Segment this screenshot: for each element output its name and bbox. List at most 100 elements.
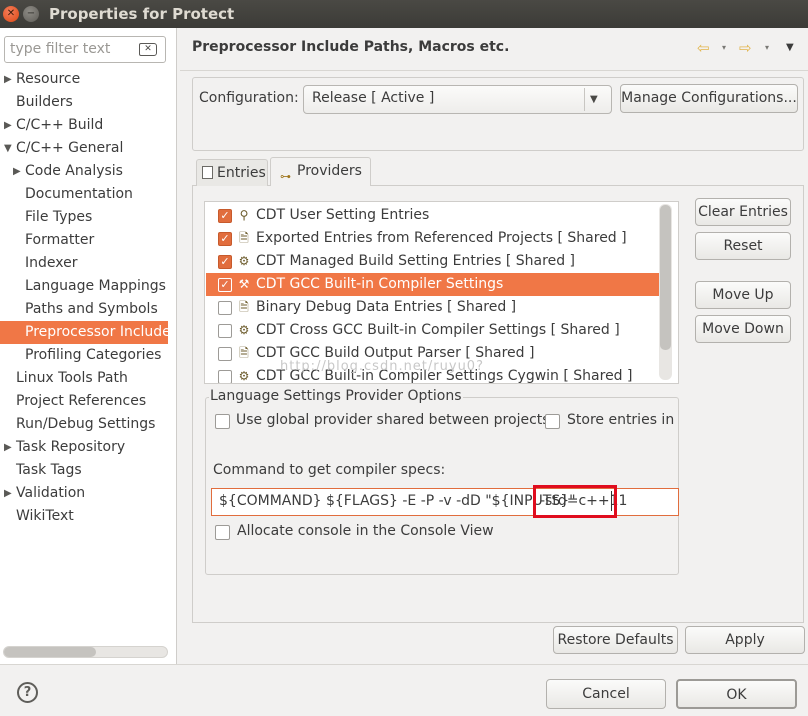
back-dropdown-icon[interactable]: ▾ xyxy=(722,43,726,52)
sidebar-item-label: Code Analysis xyxy=(25,163,123,179)
sidebar-item-label: WikiText xyxy=(16,508,74,524)
store-entries-checkbox[interactable] xyxy=(545,414,560,429)
back-arrow-icon[interactable]: ⇦ xyxy=(697,39,710,57)
provider-row[interactable]: ✓ 🗎 Exported Entries from Referenced Proje… xyxy=(206,227,660,250)
move-up-button[interactable]: Move Up xyxy=(695,281,791,309)
sidebar-item-label: Linux Tools Path xyxy=(16,370,128,386)
cancel-button[interactable]: Cancel xyxy=(546,679,666,709)
collapsed-arrow-icon[interactable]: ▶ xyxy=(13,160,21,183)
command-label: Command to get compiler specs: xyxy=(213,462,446,478)
sidebar-item[interactable]: Preprocessor Include xyxy=(0,321,171,344)
configuration-select-value[interactable]: Release [ Active ] xyxy=(312,90,434,106)
sidebar-item[interactable]: C/C++ Build xyxy=(16,114,103,137)
sidebar-item[interactable]: Builders xyxy=(16,91,73,114)
filter-input[interactable] xyxy=(10,41,135,57)
sidebar-item[interactable]: File Types xyxy=(25,206,92,229)
filter-box[interactable]: ✕ xyxy=(4,36,166,63)
configuration-label: Configuration: xyxy=(199,90,299,106)
sidebar-item[interactable]: Resource xyxy=(16,68,80,91)
sidebar-item[interactable]: Linux Tools Path xyxy=(16,367,128,390)
sidebar-item[interactable]: Documentation xyxy=(25,183,133,206)
move-down-button[interactable]: Move Down xyxy=(695,315,791,343)
manage-configurations-button[interactable]: Manage Configurations... xyxy=(620,84,798,113)
sidebar-item-label: C/C++ General xyxy=(16,140,124,156)
sidebar-item-label: File Types xyxy=(25,209,93,225)
provider-row[interactable]: ✓ ⚲ CDT User Setting Entries xyxy=(206,204,660,227)
clear-filter-icon[interactable]: ✕ xyxy=(139,43,157,56)
sidebar-item[interactable]: Task Repository xyxy=(16,436,125,459)
title-bar: ✕ − Properties for Protect xyxy=(0,0,808,28)
sidebar-item[interactable]: Task Tags xyxy=(16,459,82,482)
sidebar-item[interactable]: Language Mappings xyxy=(25,275,166,298)
allocate-console-checkbox[interactable] xyxy=(215,525,230,540)
sidebar-item[interactable]: Formatter xyxy=(25,229,94,252)
collapsed-arrow-icon[interactable]: ▶ xyxy=(4,482,12,505)
collapsed-arrow-icon[interactable]: ▶ xyxy=(4,114,12,137)
provider-row[interactable]: ✓ ⚒ CDT GCC Built-in Compiler Settings xyxy=(206,273,660,296)
help-icon[interactable]: ? xyxy=(17,682,38,703)
collapsed-arrow-icon[interactable]: ▶ xyxy=(4,436,12,459)
forward-arrow-icon[interactable]: ⇨ xyxy=(739,39,752,57)
watermark: http://blog.csdn.net/ruyu0? xyxy=(280,359,484,374)
window-minimize-button[interactable]: − xyxy=(23,6,39,22)
provider-options-legend: Language Settings Provider Options xyxy=(209,388,463,404)
sidebar-item[interactable]: Paths and Symbols xyxy=(25,298,158,321)
sidebar-item-label: Documentation xyxy=(25,186,133,202)
provider-checkbox[interactable] xyxy=(218,347,232,361)
sidebar-item[interactable]: WikiText xyxy=(16,505,74,528)
provider-list-scroll-thumb[interactable] xyxy=(660,205,671,350)
user-setting-icon: ⚲ xyxy=(239,208,249,222)
restore-defaults-button[interactable]: Restore Defaults xyxy=(553,626,678,654)
highlight-box xyxy=(533,485,617,518)
provider-checkbox[interactable] xyxy=(218,324,232,338)
provider-row[interactable]: ⚙ CDT Cross GCC Built-in Compiler Setting… xyxy=(206,319,660,342)
sidebar-item[interactable]: Validation xyxy=(16,482,85,505)
sidebar-item-label: Preprocessor Include xyxy=(25,324,171,340)
sidebar-item-label: Paths and Symbols xyxy=(25,301,158,317)
ok-button[interactable]: OK xyxy=(676,679,797,709)
provider-label: CDT Cross GCC Built-in Compiler Settings… xyxy=(256,322,620,338)
exported-entries-icon: 🗎 xyxy=(239,231,249,245)
clear-entries-button[interactable]: Clear Entries xyxy=(695,198,791,226)
window-close-button[interactable]: ✕ xyxy=(3,6,19,22)
sidebar-item-label: Task Repository xyxy=(16,439,126,455)
sidebar-item-label: Indexer xyxy=(25,255,78,271)
forward-dropdown-icon[interactable]: ▾ xyxy=(765,43,769,52)
provider-checkbox[interactable]: ✓ xyxy=(218,278,232,292)
sidebar-item-label: Task Tags xyxy=(16,462,82,478)
sidebar-item-label: Profiling Categories xyxy=(25,347,162,363)
output-parser-icon: 🗎 xyxy=(239,346,249,360)
binary-debug-icon: 🗎 xyxy=(239,300,249,314)
command-input-value[interactable]: ${COMMAND} ${FLAGS} -E -P -v -dD "${INPU… xyxy=(219,493,576,509)
sidebar-item[interactable]: Code Analysis xyxy=(25,160,123,183)
cross-gcc-icon: ⚙ xyxy=(238,323,250,337)
expanded-arrow-icon[interactable]: ▼ xyxy=(4,137,12,160)
sidebar-item-label: C/C++ Build xyxy=(16,117,104,133)
provider-row[interactable]: 🗎 Binary Debug Data Entries [ Shared ] xyxy=(206,296,660,319)
sidebar-item[interactable]: Profiling Categories xyxy=(25,344,161,367)
provider-checkbox[interactable]: ✓ xyxy=(218,209,232,223)
sidebar-item-label: Validation xyxy=(16,485,86,501)
sidebar-item-label: Project References xyxy=(16,393,147,409)
use-global-checkbox[interactable] xyxy=(215,414,230,429)
sidebar-item[interactable]: Run/Debug Settings xyxy=(16,413,155,436)
provider-checkbox[interactable] xyxy=(218,370,232,383)
sidebar-item[interactable]: Project References xyxy=(16,390,146,413)
sidebar-hscroll-thumb[interactable] xyxy=(4,647,96,657)
provider-checkbox[interactable] xyxy=(218,301,232,315)
provider-label: CDT Managed Build Setting Entries [ Shar… xyxy=(256,253,575,269)
apply-button[interactable]: Apply xyxy=(685,626,805,654)
header-divider xyxy=(180,70,808,71)
sidebar-item[interactable]: Indexer xyxy=(25,252,77,275)
collapsed-arrow-icon[interactable]: ▶ xyxy=(4,68,12,91)
provider-checkbox[interactable]: ✓ xyxy=(218,232,232,246)
provider-row[interactable]: ✓ ⚙ CDT Managed Build Setting Entries [ Sh… xyxy=(206,250,660,273)
sidebar-item[interactable]: C/C++ General xyxy=(16,137,123,160)
window-title: Properties for Protect xyxy=(49,5,235,23)
chevron-down-icon[interactable]: ▼ xyxy=(590,94,598,105)
key-icon: ⊶ xyxy=(280,170,291,183)
view-menu-icon[interactable]: ▼ xyxy=(786,42,794,53)
reset-button[interactable]: Reset xyxy=(695,232,791,260)
provider-checkbox[interactable]: ✓ xyxy=(218,255,232,269)
sidebar-item-label: Formatter xyxy=(25,232,95,248)
